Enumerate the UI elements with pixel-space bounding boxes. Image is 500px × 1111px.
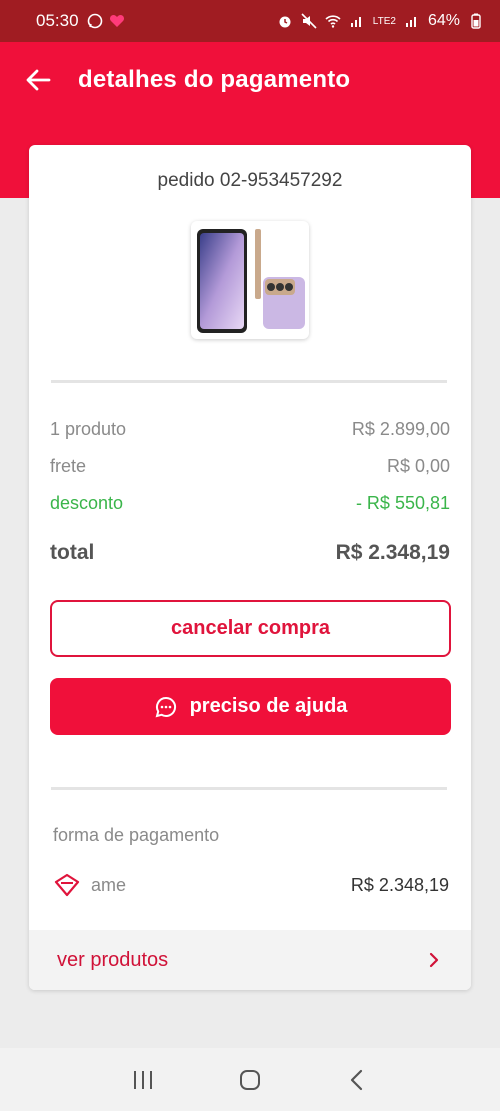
payment-method-name: ame — [91, 874, 127, 895]
payment-method-row: ame R$ 2.348,19 — [53, 873, 449, 897]
total-row: total R$ 2.348,19 — [50, 541, 450, 565]
total-label: total — [50, 541, 95, 564]
need-help-button[interactable]: preciso de ajuda — [50, 678, 451, 735]
discount-label: desconto — [50, 493, 124, 513]
need-help-label: preciso de ajuda — [189, 695, 348, 717]
status-bar: 05:30 LTE2 64% — [0, 0, 500, 42]
cancel-purchase-button[interactable]: cancelar compra — [50, 600, 451, 657]
recent-apps-button[interactable] — [123, 1060, 163, 1100]
network-label: LTE2 — [372, 15, 396, 27]
battery-level: 64% — [427, 12, 460, 29]
home-icon — [239, 1069, 260, 1090]
divider — [51, 380, 447, 383]
battery-icon — [471, 13, 481, 29]
alarm-icon — [279, 16, 291, 28]
products-value: R$ 2.899,00 — [351, 419, 450, 439]
signal-icon — [405, 17, 416, 27]
payment-method-heading: forma de pagamento — [53, 825, 220, 845]
product-thumbnail[interactable] — [191, 221, 309, 339]
ame-logo-icon — [54, 873, 80, 897]
chat-bubble-icon — [155, 696, 176, 717]
page-title: detalhes do pagamento — [78, 66, 351, 93]
order-number: pedido 02-953457292 — [157, 170, 343, 191]
phone-product-image — [197, 229, 305, 333]
heart-app-icon — [109, 14, 124, 27]
shipping-label: frete — [50, 456, 87, 476]
see-products-label: ver produtos — [57, 948, 169, 971]
back-nav-button[interactable] — [337, 1060, 377, 1100]
chevron-left-icon — [350, 1069, 362, 1090]
payment-details-card: pedido 02-953457292 1 produto R$ 2.899,0… — [29, 145, 471, 990]
back-button[interactable] — [22, 64, 54, 96]
cancel-purchase-label: cancelar compra — [171, 617, 330, 639]
see-products-link[interactable]: ver produtos — [29, 930, 471, 990]
status-time: 05:30 — [36, 11, 79, 30]
discount-value: - R$ 550,81 — [355, 493, 450, 513]
signal-icon — [350, 17, 361, 27]
mute-icon — [301, 13, 317, 29]
whatsapp-icon — [87, 13, 102, 29]
system-nav-bar — [0, 1048, 500, 1111]
recent-apps-icon — [134, 1070, 153, 1089]
total-value: R$ 2.348,19 — [335, 541, 450, 564]
discount-row: desconto - R$ 550,81 — [50, 493, 450, 514]
divider — [51, 787, 447, 790]
products-row: 1 produto R$ 2.899,00 — [50, 419, 450, 440]
shipping-row: frete R$ 0,00 — [50, 456, 450, 477]
arrow-left-icon — [26, 69, 51, 91]
wifi-icon — [325, 15, 341, 28]
products-label: 1 produto — [50, 419, 127, 439]
payment-method-amount: R$ 2.348,19 — [350, 874, 449, 895]
chevron-right-icon — [429, 952, 439, 968]
shipping-value: R$ 0,00 — [386, 456, 450, 476]
home-button[interactable] — [230, 1060, 270, 1100]
